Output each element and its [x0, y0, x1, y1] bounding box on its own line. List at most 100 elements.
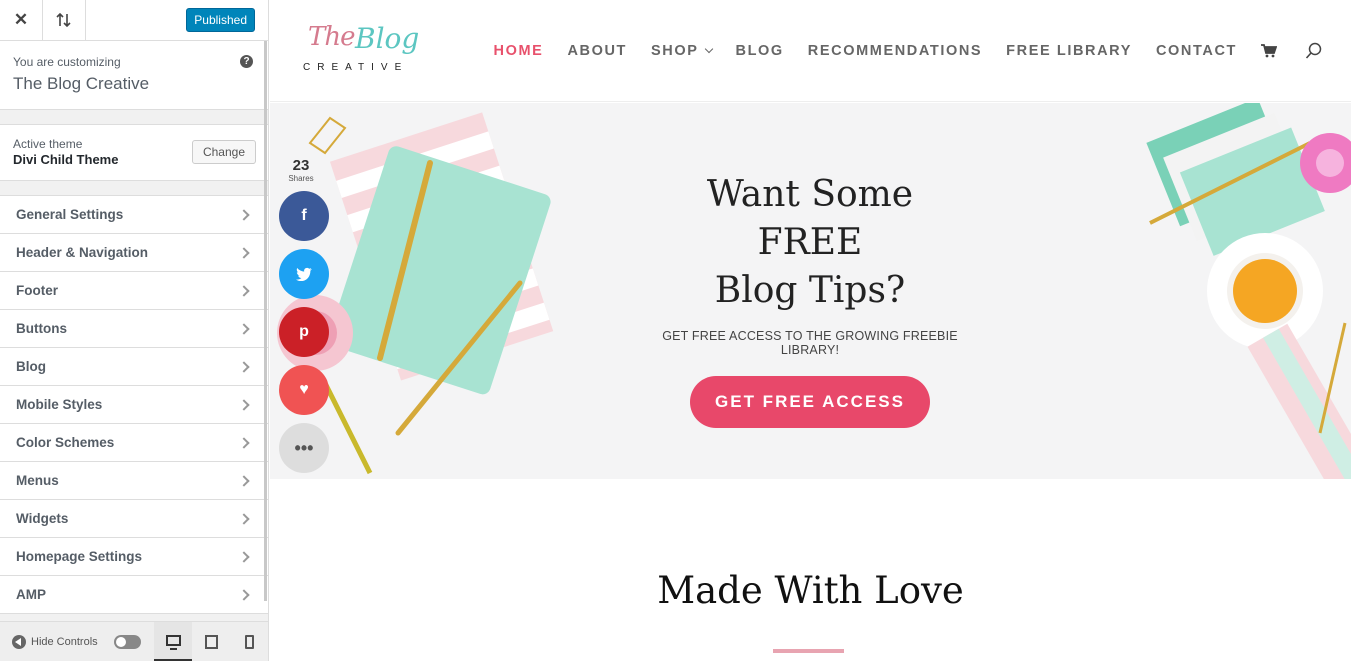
close-customizer-button[interactable]: ✕ — [0, 0, 43, 41]
hide-controls-label: Hide Controls — [31, 635, 98, 648]
facebook-share-button[interactable]: f — [279, 191, 329, 241]
hero-subtitle: GET FREE ACCESS TO THE GROWING FREEBIE L… — [662, 329, 958, 357]
menu-item-label: Buttons — [16, 321, 67, 336]
sidebar-scrollbar[interactable] — [264, 41, 267, 601]
site-header: The Blog CREATIVE HOME ABOUT SHOP BLOG R… — [270, 0, 1351, 102]
chevron-right-icon — [238, 322, 250, 335]
nav-contact[interactable]: CONTACT — [1156, 43, 1237, 59]
menu-item-label: Mobile Styles — [16, 397, 103, 412]
love-share-button[interactable]: ♥ — [279, 365, 329, 415]
customizer-sidebar: ✕ Published You are customizing The Blog… — [0, 0, 269, 661]
chevron-right-icon — [238, 284, 250, 297]
hide-controls-button[interactable]: Hide Controls — [0, 634, 107, 649]
share-count-label: Shares — [288, 174, 314, 183]
menu-item-amp[interactable]: AMP — [0, 576, 268, 614]
hero-title-line1: Want Some FREE — [706, 174, 914, 263]
nav-about[interactable]: ABOUT — [567, 43, 627, 59]
tablet-icon — [204, 634, 218, 649]
logo-script-the: The — [308, 22, 355, 52]
menu-item-label: Menus — [16, 473, 59, 488]
hero-content: Want Some FREE Blog Tips? GET FREE ACCES… — [650, 171, 970, 428]
chevron-right-icon — [238, 436, 250, 449]
main-navigation: HOME ABOUT SHOP BLOG RECOMMENDATIONS FRE… — [494, 42, 1351, 60]
desktop-icon — [165, 634, 181, 650]
get-free-access-button[interactable]: GET FREE ACCESS — [690, 376, 930, 428]
change-theme-button[interactable]: Change — [191, 140, 256, 164]
chevron-right-icon — [238, 398, 250, 411]
customizer-toolbar: ✕ Published — [0, 0, 268, 41]
published-button[interactable]: Published — [186, 8, 255, 32]
chevron-right-icon — [238, 588, 250, 601]
mobile-preview-button[interactable] — [230, 622, 268, 661]
chevron-right-icon — [238, 512, 250, 525]
toggle-switch[interactable] — [114, 634, 141, 649]
menu-item-label: Color Schemes — [16, 435, 115, 450]
reorder-button[interactable] — [43, 0, 86, 41]
chevron-right-icon — [238, 208, 250, 221]
customizing-info: You are customizing The Blog Creative ? — [0, 41, 268, 110]
menu-item-header-navigation[interactable]: Header & Navigation — [0, 234, 268, 272]
menu-item-homepage-settings[interactable]: Homepage Settings — [0, 538, 268, 576]
close-icon: ✕ — [13, 10, 29, 29]
section-title: Made With Love — [657, 569, 964, 612]
nav-home[interactable]: HOME — [494, 43, 544, 59]
made-with-love-section: Made With Love — [270, 479, 1351, 661]
collapse-arrow-icon — [12, 634, 26, 649]
nav-shop[interactable]: SHOP — [651, 43, 713, 59]
site-preview: The Blog CREATIVE HOME ABOUT SHOP BLOG R… — [270, 0, 1351, 661]
sort-arrows-icon — [56, 12, 71, 28]
customizer-menu: General Settings Header & Navigation Foo… — [0, 195, 268, 614]
chevron-right-icon — [238, 474, 250, 487]
menu-item-label: Widgets — [16, 511, 69, 526]
heart-icon: ♥ — [299, 381, 309, 398]
pinterest-icon: p — [299, 323, 309, 340]
share-count: 23 — [292, 157, 310, 174]
tablet-preview-button[interactable] — [192, 622, 230, 661]
pinterest-share-button[interactable]: p — [279, 307, 329, 357]
active-theme-panel: Active theme Divi Child Theme Change — [0, 124, 268, 181]
more-share-button[interactable]: ••• — [279, 423, 329, 473]
twitter-icon — [296, 267, 312, 281]
customizer-footer: Hide Controls — [0, 621, 268, 661]
hero-section: Want Some FREE Blog Tips? GET FREE ACCES… — [270, 103, 1351, 479]
search-icon[interactable] — [1305, 42, 1323, 60]
menu-item-buttons[interactable]: Buttons — [0, 310, 268, 348]
chevron-right-icon — [238, 360, 250, 373]
logo-script-blog: Blog — [355, 22, 420, 55]
twitter-share-button[interactable] — [279, 249, 329, 299]
chevron-right-icon — [238, 550, 250, 563]
menu-item-label: AMP — [16, 587, 46, 602]
app-window: ✕ Published You are customizing The Blog… — [0, 0, 1351, 661]
more-icon: ••• — [294, 437, 314, 458]
nav-recommendations[interactable]: RECOMMENDATIONS — [808, 43, 982, 59]
menu-item-footer[interactable]: Footer — [0, 272, 268, 310]
nav-free-library[interactable]: FREE LIBRARY — [1006, 43, 1132, 59]
menu-item-label: Header & Navigation — [16, 245, 149, 260]
menu-item-blog[interactable]: Blog — [0, 348, 268, 386]
site-name: The Blog Creative — [13, 74, 150, 93]
social-share-bar: 23 Shares f p ♥ ••• — [279, 158, 329, 473]
menu-item-menus[interactable]: Menus — [0, 462, 268, 500]
desktop-preview-button[interactable] — [154, 621, 192, 661]
menu-item-label: Blog — [16, 359, 46, 374]
chevron-down-icon — [704, 44, 713, 54]
nav-shop-label: SHOP — [651, 43, 699, 59]
menu-item-label: General Settings — [16, 207, 124, 222]
chevron-right-icon — [238, 246, 250, 259]
menu-item-general-settings[interactable]: General Settings — [0, 196, 268, 234]
cart-icon[interactable] — [1261, 44, 1277, 58]
mobile-icon — [244, 634, 254, 649]
customizing-label: You are customizing — [13, 55, 121, 69]
device-preview-switcher — [154, 621, 268, 661]
site-logo[interactable]: The Blog CREATIVE — [303, 22, 420, 78]
nav-blog[interactable]: BLOG — [736, 43, 784, 59]
menu-item-color-schemes[interactable]: Color Schemes — [0, 424, 268, 462]
hero-title-line2: Blog Tips? — [714, 270, 906, 311]
menu-item-mobile-styles[interactable]: Mobile Styles — [0, 386, 268, 424]
menu-item-widgets[interactable]: Widgets — [0, 500, 268, 538]
menu-item-label: Homepage Settings — [16, 549, 143, 564]
menu-item-label: Footer — [16, 283, 58, 298]
section-divider — [773, 649, 844, 653]
facebook-icon: f — [301, 207, 307, 224]
help-icon[interactable]: ? — [240, 55, 253, 68]
